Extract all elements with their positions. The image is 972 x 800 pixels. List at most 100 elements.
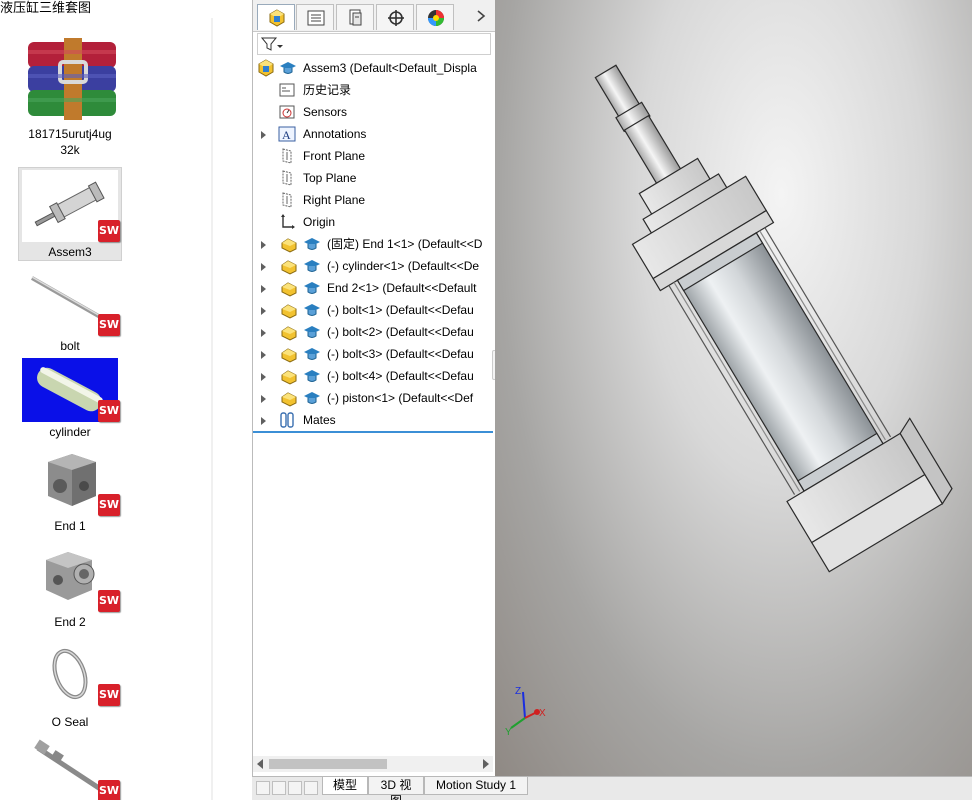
explorer-scrollbar[interactable] — [211, 18, 213, 800]
bolt-part-icon: SW — [22, 272, 120, 336]
assembly-thumbnail-icon: SW — [22, 170, 120, 242]
tree-item[interactable]: (-) cylinder<1> (Default<<De — [253, 255, 495, 277]
component-icon — [280, 345, 298, 363]
tree-item-label: (-) bolt<3> (Default<<Defau — [327, 347, 474, 361]
expand-arrow-icon[interactable] — [261, 373, 266, 381]
graphics-area[interactable]: Z Y X — [495, 0, 972, 776]
solidworks-badge-icon: SW — [98, 314, 120, 336]
end2-part-icon: SW — [22, 548, 120, 612]
file-item-assem3[interactable]: SW Assem3 — [18, 167, 122, 261]
chevron-right-icon[interactable] — [475, 9, 487, 23]
configuration-cap-icon — [303, 389, 321, 407]
expand-arrow-icon[interactable] — [261, 329, 266, 337]
winrar-archive-icon — [22, 36, 118, 124]
expand-arrow-icon[interactable] — [261, 417, 266, 425]
feature-manager-tabs — [253, 0, 495, 32]
solidworks-badge-icon: SW — [98, 220, 120, 242]
horizontal-scrollbar[interactable] — [253, 756, 493, 772]
crosshair-icon — [388, 10, 404, 26]
svg-text:A: A — [282, 128, 291, 142]
file-item-end1[interactable]: SW End 1 — [20, 452, 120, 534]
component-icon — [280, 235, 298, 253]
component-icon — [280, 367, 298, 385]
tree-item[interactable]: A Annotations — [253, 123, 495, 145]
component-icon — [280, 279, 298, 297]
tree-item-label: (-) piston<1> (Default<<Def — [327, 391, 474, 405]
tree-item-label: (-) bolt<2> (Default<<Defau — [327, 325, 474, 339]
tree-rollback-bar[interactable] — [253, 431, 493, 433]
tree-item-label: Mates — [303, 413, 336, 427]
file-item-bolt[interactable]: SW bolt — [20, 272, 120, 354]
annotations-icon: A — [278, 125, 296, 143]
tree-item[interactable]: Origin — [253, 211, 495, 233]
expand-arrow-icon[interactable] — [261, 263, 266, 271]
configuration-cap-icon — [303, 235, 321, 253]
configuration-cap-icon — [279, 59, 297, 77]
file-item-end2[interactable]: SW End 2 — [20, 548, 120, 630]
tree-item[interactable]: Sensors — [253, 101, 495, 123]
tree-item-label: (-) bolt<1> (Default<<Defau — [327, 303, 474, 317]
tree-item[interactable]: End 2<1> (Default<<Default — [253, 277, 495, 299]
solidworks-badge-icon: SW — [98, 684, 120, 706]
oseal-part-icon: SW — [22, 644, 120, 706]
display-manager-icon — [428, 10, 444, 26]
file-item-piston[interactable]: SW — [20, 738, 120, 800]
tree-item[interactable]: Mates — [253, 409, 495, 431]
tree-item-label: End 2<1> (Default<<Default — [327, 281, 477, 295]
tab-model[interactable]: 模型 — [322, 777, 368, 795]
tree-item-label: Top Plane — [303, 171, 357, 185]
tree-item[interactable]: (-) bolt<3> (Default<<Defau — [253, 343, 495, 365]
scrollbar-thumb[interactable] — [269, 759, 387, 769]
tree-item[interactable]: Front Plane — [253, 145, 495, 167]
expand-arrow-icon[interactable] — [261, 307, 266, 315]
next-tab-icon[interactable] — [288, 781, 302, 795]
file-item-cylinder[interactable]: SW cylinder — [20, 358, 120, 440]
prev-tab-icon[interactable] — [272, 781, 286, 795]
tab-configurationmanager[interactable] — [336, 4, 374, 30]
expand-arrow-icon[interactable] — [261, 395, 266, 403]
file-item-oseal[interactable]: SW O Seal — [20, 644, 120, 730]
triad-y-label: Y — [505, 727, 512, 738]
hydraulic-cylinder-model: Z Y X — [505, 64, 953, 738]
tree-item[interactable]: 历史记录 — [253, 79, 495, 101]
tree-item-label: (-) bolt<4> (Default<<Defau — [327, 369, 474, 383]
tree-item-label: Assem3 (Default<Default_Displa — [303, 61, 477, 75]
configuration-cap-icon — [303, 301, 321, 319]
expand-arrow-icon[interactable] — [261, 351, 266, 359]
tab-featuremanager[interactable] — [257, 4, 295, 30]
tab-displaymanager[interactable] — [416, 4, 454, 30]
triad-z-label: Z — [515, 686, 521, 697]
tree-item-label: 历史记录 — [303, 83, 352, 97]
sensors-icon — [278, 103, 296, 121]
scroll-left-icon[interactable] — [257, 759, 263, 769]
tree-item[interactable]: Top Plane — [253, 167, 495, 189]
tab-motion-study[interactable]: Motion Study 1 — [424, 777, 528, 795]
tree-item[interactable]: (固定) End 1<1> (Default<<D — [253, 233, 495, 255]
file-name: O Seal — [51, 715, 89, 729]
first-tab-icon[interactable] — [256, 781, 270, 795]
tab-3d-view[interactable]: 3D 视图 — [368, 777, 424, 800]
tree-item[interactable]: (-) bolt<1> (Default<<Defau — [253, 299, 495, 321]
mates-icon — [278, 411, 296, 429]
file-name: 181715urutj4ug 32k — [28, 127, 112, 157]
tree-item[interactable]: Right Plane — [253, 189, 495, 211]
tree-item-label: Front Plane — [303, 149, 366, 163]
tree-filter-box[interactable] — [257, 33, 491, 55]
plane-icon — [278, 191, 296, 209]
feature-manager-panel: Assem3 (Default<Default_Displa 历史记录 Sensor… — [252, 0, 495, 800]
assembly-icon — [257, 59, 275, 77]
tab-dimxpert[interactable] — [376, 4, 414, 30]
last-tab-icon[interactable] — [304, 781, 318, 795]
tab-propertymanager[interactable] — [296, 4, 334, 30]
tree-item[interactable]: Assem3 (Default<Default_Displa — [253, 57, 495, 79]
filter-icon — [261, 37, 283, 51]
expand-arrow-icon[interactable] — [261, 241, 266, 249]
tree-item[interactable]: (-) piston<1> (Default<<Def — [253, 387, 495, 409]
file-name: bolt — [60, 339, 80, 353]
tree-item[interactable]: (-) bolt<2> (Default<<Defau — [253, 321, 495, 343]
tree-item[interactable]: (-) bolt<4> (Default<<Defau — [253, 365, 495, 387]
expand-arrow-icon[interactable] — [261, 285, 266, 293]
expand-arrow-icon[interactable] — [261, 131, 266, 139]
scroll-right-icon[interactable] — [483, 759, 489, 769]
file-item-archive[interactable]: 181715urutj4ug 32k — [20, 36, 120, 158]
